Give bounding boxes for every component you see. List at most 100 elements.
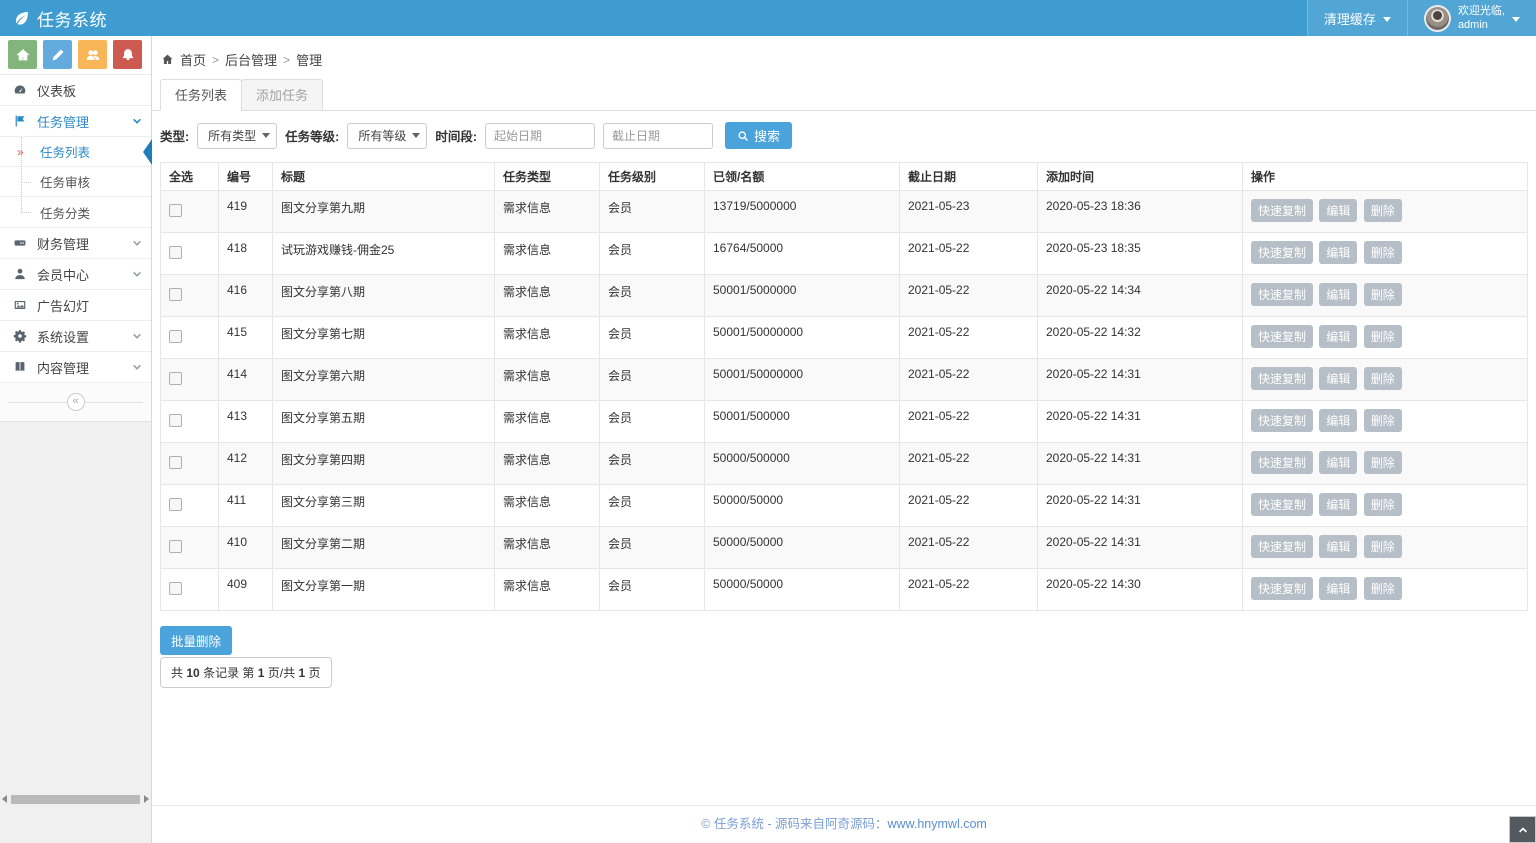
sidebar-subitem-task-review[interactable]: 任务审核 bbox=[0, 167, 151, 197]
sidebar-item-settings[interactable]: 系统设置 bbox=[0, 321, 151, 352]
start-date-input[interactable] bbox=[485, 123, 595, 149]
column-header: 截止日期 bbox=[900, 163, 1038, 191]
delete-button[interactable]: 删除 bbox=[1364, 577, 1402, 600]
quick-copy-button[interactable]: 快速复制 bbox=[1251, 199, 1313, 222]
sidebar: 仪表板 任务管理 » 任务列表 任务审核 bbox=[0, 36, 152, 843]
row-checkbox[interactable] bbox=[169, 540, 182, 553]
horizontal-scrollbar[interactable] bbox=[0, 793, 151, 805]
edit-button[interactable]: 编辑 bbox=[1319, 325, 1357, 348]
user-menu[interactable]: 欢迎光临, admin bbox=[1407, 0, 1536, 36]
breadcrumb-admin[interactable]: 后台管理 bbox=[225, 50, 277, 69]
edit-quick-button[interactable] bbox=[43, 40, 72, 69]
edit-button[interactable]: 编辑 bbox=[1319, 199, 1357, 222]
cell-title: 图文分享第一期 bbox=[273, 569, 495, 611]
row-checkbox[interactable] bbox=[169, 498, 182, 511]
delete-button[interactable]: 删除 bbox=[1364, 451, 1402, 474]
quick-copy-button[interactable]: 快速复制 bbox=[1251, 577, 1313, 600]
home-button[interactable] bbox=[8, 40, 37, 69]
edit-button[interactable]: 编辑 bbox=[1319, 451, 1357, 474]
sidebar-collapse-row: « bbox=[0, 383, 151, 422]
edit-button[interactable]: 编辑 bbox=[1319, 367, 1357, 390]
dashboard-icon bbox=[13, 83, 28, 98]
row-checkbox[interactable] bbox=[169, 582, 182, 595]
row-checkbox[interactable] bbox=[169, 330, 182, 343]
cell-quota: 50000/50000 bbox=[705, 569, 900, 611]
edit-button[interactable]: 编辑 bbox=[1319, 535, 1357, 558]
quick-copy-button[interactable]: 快速复制 bbox=[1251, 283, 1313, 306]
table-header-row: 全选编号标题任务类型任务级别已领/名额截止日期添加时间操作 bbox=[161, 163, 1528, 191]
cell-id: 414 bbox=[219, 359, 273, 401]
top-bar: 任务系统 清理缓存 欢迎光临, admin bbox=[0, 0, 1536, 36]
end-date-input[interactable] bbox=[603, 123, 713, 149]
notifications-button[interactable] bbox=[113, 40, 142, 69]
row-checkbox[interactable] bbox=[169, 204, 182, 217]
quick-copy-button[interactable]: 快速复制 bbox=[1251, 367, 1313, 390]
tab-task-list[interactable]: 任务列表 bbox=[160, 79, 242, 111]
sidebar-item-task-management[interactable]: 任务管理 bbox=[0, 106, 151, 137]
caret-down-icon bbox=[412, 133, 420, 138]
app-logo[interactable]: 任务系统 bbox=[0, 6, 152, 31]
delete-button[interactable]: 删除 bbox=[1364, 535, 1402, 558]
delete-button[interactable]: 删除 bbox=[1364, 325, 1402, 348]
welcome-text: 欢迎光临, admin bbox=[1458, 4, 1505, 33]
pencil-icon bbox=[51, 48, 65, 62]
batch-delete-button[interactable]: 批量删除 bbox=[160, 626, 232, 655]
row-checkbox[interactable] bbox=[169, 456, 182, 469]
edit-button[interactable]: 编辑 bbox=[1319, 577, 1357, 600]
cell-added: 2020-05-22 14:31 bbox=[1038, 485, 1243, 527]
tab-add-task[interactable]: 添加任务 bbox=[241, 79, 323, 111]
quick-copy-button[interactable]: 快速复制 bbox=[1251, 535, 1313, 558]
row-checkbox[interactable] bbox=[169, 372, 182, 385]
back-to-top-button[interactable] bbox=[1509, 816, 1536, 843]
clear-cache-button[interactable]: 清理缓存 bbox=[1307, 0, 1407, 36]
edit-button[interactable]: 编辑 bbox=[1319, 493, 1357, 516]
cell-quota: 50000/50000 bbox=[705, 527, 900, 569]
sidebar-item-finance[interactable]: 财务管理 bbox=[0, 228, 151, 259]
sidebar-item-dashboard[interactable]: 仪表板 bbox=[0, 75, 151, 106]
level-select[interactable]: 所有等级 bbox=[347, 123, 427, 149]
caret-down-icon bbox=[1383, 17, 1391, 22]
row-checkbox[interactable] bbox=[169, 246, 182, 259]
sidebar-collapse-button[interactable]: « bbox=[67, 393, 85, 411]
sidebar-subitem-task-list[interactable]: » 任务列表 bbox=[0, 137, 151, 167]
home-icon bbox=[16, 48, 30, 62]
table-row: 410 图文分享第二期 需求信息 会员 50000/50000 2021-05-… bbox=[161, 527, 1528, 569]
delete-button[interactable]: 删除 bbox=[1364, 283, 1402, 306]
sidebar-item-members[interactable]: 会员中心 bbox=[0, 259, 151, 290]
cell-quota: 50001/5000000 bbox=[705, 275, 900, 317]
row-checkbox[interactable] bbox=[169, 288, 182, 301]
cell-id: 415 bbox=[219, 317, 273, 359]
sidebar-item-content[interactable]: 内容管理 bbox=[0, 352, 151, 383]
edit-button[interactable]: 编辑 bbox=[1319, 409, 1357, 432]
members-quick-button[interactable] bbox=[78, 40, 107, 69]
quick-copy-button[interactable]: 快速复制 bbox=[1251, 325, 1313, 348]
delete-button[interactable]: 删除 bbox=[1364, 199, 1402, 222]
delete-button[interactable]: 删除 bbox=[1364, 493, 1402, 516]
quick-copy-button[interactable]: 快速复制 bbox=[1251, 451, 1313, 474]
scrollbar-thumb[interactable] bbox=[11, 795, 140, 804]
search-button[interactable]: 搜索 bbox=[725, 122, 792, 149]
quick-copy-button[interactable]: 快速复制 bbox=[1251, 493, 1313, 516]
cell-deadline: 2021-05-22 bbox=[900, 569, 1038, 611]
delete-button[interactable]: 删除 bbox=[1364, 241, 1402, 264]
scrollbar-right-arrow-icon[interactable] bbox=[144, 795, 149, 803]
type-select[interactable]: 所有类型 bbox=[197, 123, 277, 149]
edit-button[interactable]: 编辑 bbox=[1319, 283, 1357, 306]
sidebar-item-ads[interactable]: 广告幻灯 bbox=[0, 290, 151, 321]
quick-copy-button[interactable]: 快速复制 bbox=[1251, 241, 1313, 264]
row-checkbox[interactable] bbox=[169, 414, 182, 427]
breadcrumb-home[interactable]: 首页 bbox=[180, 50, 206, 69]
scrollbar-left-arrow-icon[interactable] bbox=[2, 795, 7, 803]
footer-link[interactable]: www.hnymwl.com bbox=[887, 817, 986, 831]
task-management-submenu: » 任务列表 任务审核 任务分类 bbox=[0, 137, 151, 228]
cell-type: 需求信息 bbox=[495, 527, 600, 569]
delete-button[interactable]: 删除 bbox=[1364, 367, 1402, 390]
caret-down-icon bbox=[1512, 17, 1520, 22]
sidebar-subitem-task-category[interactable]: 任务分类 bbox=[0, 197, 151, 227]
period-filter-label: 时间段: bbox=[435, 126, 477, 145]
arrow-up-icon bbox=[1517, 824, 1529, 836]
edit-button[interactable]: 编辑 bbox=[1319, 241, 1357, 264]
quick-copy-button[interactable]: 快速复制 bbox=[1251, 409, 1313, 432]
column-header: 已领/名额 bbox=[705, 163, 900, 191]
delete-button[interactable]: 删除 bbox=[1364, 409, 1402, 432]
